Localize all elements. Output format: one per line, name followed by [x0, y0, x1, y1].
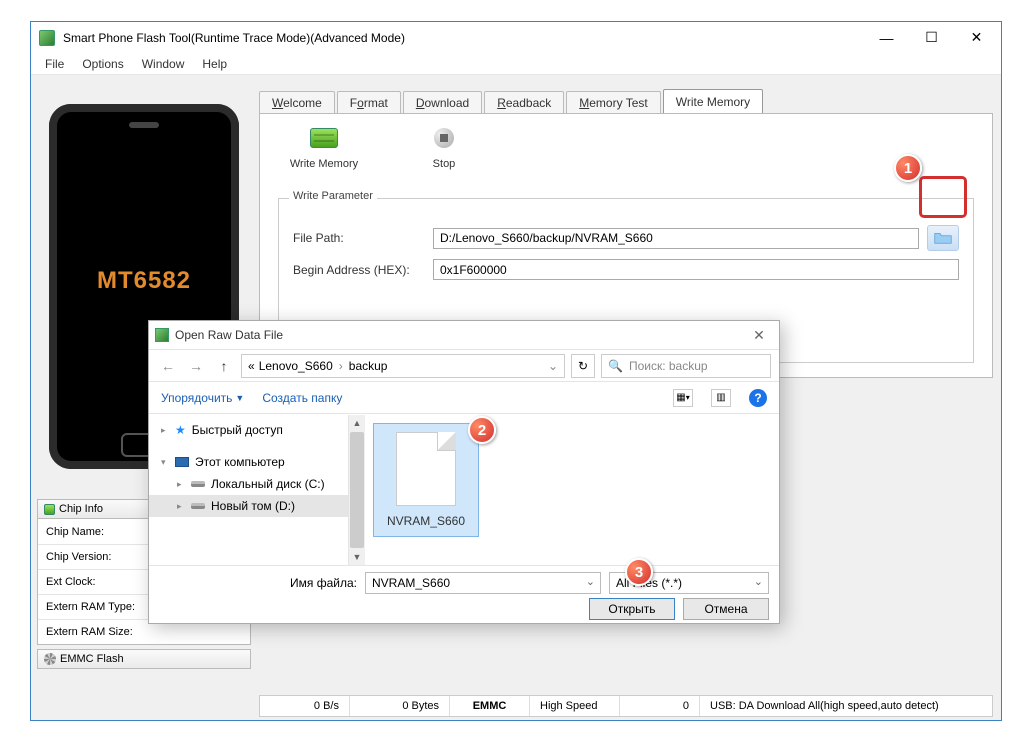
pc-icon	[175, 457, 189, 467]
filepath-label: File Path:	[293, 231, 433, 245]
tab-strip: Welcome Format Download Readback Memory …	[259, 90, 765, 114]
help-button[interactable]: ?	[749, 389, 767, 407]
nav-back-button[interactable]: ←	[157, 355, 179, 377]
menu-window[interactable]: Window	[134, 55, 193, 73]
scroll-down-button[interactable]: ▼	[349, 549, 365, 565]
stop-button[interactable]: Stop	[404, 124, 484, 170]
tree-quick-access[interactable]: ▸★Быстрый доступ	[149, 419, 348, 441]
dialog-app-icon	[155, 328, 169, 342]
open-button[interactable]: Открыть	[589, 598, 675, 620]
disk-icon	[191, 503, 205, 509]
menu-file[interactable]: File	[37, 55, 72, 73]
filename-input[interactable]: NVRAM_S660	[365, 572, 601, 594]
nav-forward-button[interactable]: →	[185, 355, 207, 377]
app-icon	[39, 30, 55, 46]
tab-readback[interactable]: Readback	[484, 91, 564, 114]
tree-drive-d[interactable]: ▸Новый том (D:)	[149, 495, 348, 517]
emmc-flash-header[interactable]: EMMC Flash	[37, 649, 251, 669]
menu-options[interactable]: Options	[74, 55, 131, 73]
menubar: File Options Window Help	[31, 53, 1001, 75]
status-bps: 0 B/s	[260, 696, 350, 716]
search-icon: 🔍	[608, 359, 623, 373]
breadcrumb[interactable]: « Lenovo_S660 › backup ⌄	[241, 354, 565, 378]
refresh-button[interactable]: ↻	[571, 354, 595, 378]
maximize-button[interactable]: ☐	[909, 23, 954, 52]
breadcrumb-seg-1[interactable]: Lenovo_S660	[259, 359, 333, 373]
phone-model-label: MT6582	[97, 267, 191, 295]
menu-help[interactable]: Help	[194, 55, 235, 73]
organize-menu[interactable]: Упорядочить ▼	[161, 391, 244, 405]
tree-this-pc[interactable]: ▾Этот компьютер	[149, 451, 348, 473]
cancel-button[interactable]: Отмена	[683, 598, 769, 620]
stop-label: Stop	[433, 158, 456, 170]
write-memory-label: Write Memory	[290, 158, 358, 170]
folder-icon	[934, 231, 952, 245]
nav-up-button[interactable]: ↑	[213, 355, 235, 377]
filepath-input[interactable]	[433, 228, 919, 249]
status-speed: High Speed	[530, 696, 620, 716]
file-icon	[396, 432, 456, 506]
window-title: Smart Phone Flash Tool(Runtime Trace Mod…	[63, 31, 864, 45]
star-icon: ★	[175, 423, 186, 437]
write-memory-button[interactable]: Write Memory	[284, 124, 364, 170]
view-mode-button[interactable]: ▦ ▾	[673, 389, 693, 407]
dialog-title: Open Raw Data File	[175, 328, 745, 342]
new-folder-button[interactable]: Создать папку	[262, 391, 342, 405]
file-item-nvram[interactable]: NVRAM_S660	[373, 423, 479, 537]
status-mid: 0	[620, 696, 700, 716]
badge-3: 3	[625, 558, 653, 586]
folder-tree[interactable]: ▸★Быстрый доступ ▾Этот компьютер ▸Локаль…	[149, 415, 349, 565]
status-bytes: 0 Bytes	[350, 696, 450, 716]
tree-scrollbar[interactable]: ▲ ▼	[349, 415, 365, 565]
stop-icon	[434, 128, 454, 148]
tree-drive-c[interactable]: ▸Локальный диск (C:)	[149, 473, 348, 495]
breadcrumb-seg-2[interactable]: backup	[349, 359, 388, 373]
status-type: EMMC	[450, 696, 530, 716]
minimize-button[interactable]: —	[864, 23, 909, 52]
scroll-up-button[interactable]: ▲	[349, 415, 365, 431]
badge-1: 1	[894, 154, 922, 182]
tab-welcome[interactable]: Welcome	[259, 91, 335, 114]
chip-icon	[310, 128, 338, 148]
chip-icon	[44, 504, 55, 515]
disk-icon	[191, 481, 205, 487]
dialog-close-button[interactable]: ✕	[745, 327, 773, 344]
badge-2: 2	[468, 416, 496, 444]
gear-icon	[44, 653, 56, 665]
status-bar: 0 B/s 0 Bytes EMMC High Speed 0 USB: DA …	[259, 695, 993, 717]
file-list[interactable]: NVRAM_S660	[365, 415, 779, 565]
browse-folder-button[interactable]	[927, 225, 959, 251]
search-input[interactable]: 🔍 Поиск: backup	[601, 354, 771, 378]
tab-memory-test[interactable]: Memory Test	[566, 91, 660, 114]
close-button[interactable]: ✕	[954, 23, 999, 52]
tab-write-memory[interactable]: Write Memory	[663, 89, 763, 114]
file-open-dialog: Open Raw Data File ✕ ← → ↑ « Lenovo_S660…	[148, 320, 780, 624]
file-name-label: NVRAM_S660	[387, 514, 465, 528]
status-usb: USB: DA Download All(high speed,auto det…	[700, 696, 992, 716]
preview-pane-button[interactable]: ▥	[711, 389, 731, 407]
filename-label: Имя файла:	[253, 576, 357, 590]
group-legend: Write Parameter	[289, 190, 377, 202]
tab-download[interactable]: Download	[403, 91, 482, 114]
search-placeholder: Поиск: backup	[629, 359, 708, 373]
scroll-thumb[interactable]	[350, 432, 364, 548]
begin-address-label: Begin Address (HEX):	[293, 263, 433, 277]
titlebar: Smart Phone Flash Tool(Runtime Trace Mod…	[31, 22, 1001, 53]
begin-address-input[interactable]	[433, 259, 959, 280]
tab-format[interactable]: Format	[337, 91, 401, 114]
